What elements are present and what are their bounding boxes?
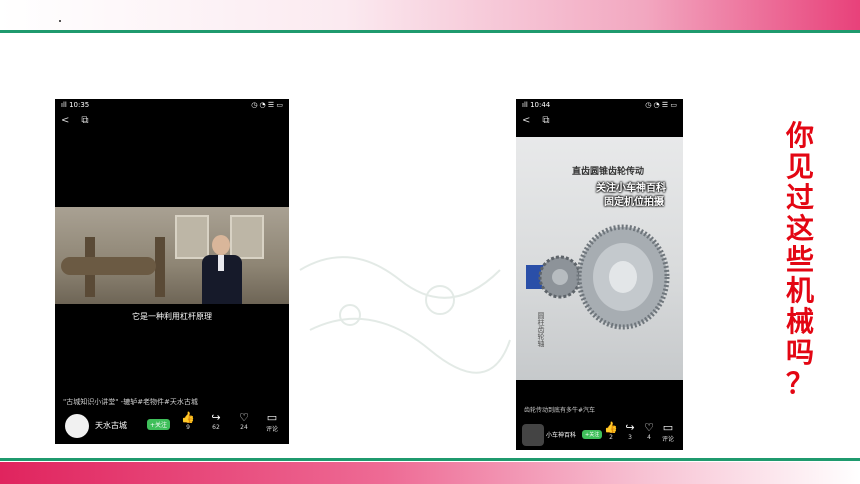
share-window-icon[interactable]: ⧉ bbox=[542, 115, 549, 126]
follow-button[interactable]: +关注 bbox=[582, 430, 603, 439]
author-name[interactable]: 天水古城 bbox=[95, 420, 127, 431]
follow-button[interactable]: +关注 bbox=[147, 419, 171, 430]
title-char: 机 bbox=[785, 274, 814, 307]
favorite-button[interactable]: ♡ 4 bbox=[640, 421, 658, 442]
bevel-gear-icon bbox=[576, 224, 670, 330]
footer-gradient-bar bbox=[0, 462, 860, 484]
comment-icon: ▭ bbox=[266, 411, 278, 424]
comment-button[interactable]: ▭ 评论 bbox=[263, 411, 281, 434]
comment-icon: ▭ bbox=[662, 421, 674, 434]
thumbs-up-icon: 👍 bbox=[604, 421, 618, 434]
windlass-post bbox=[155, 237, 165, 297]
header-gradient-bar bbox=[0, 0, 860, 30]
video-overlay-text: 关注小车神百科 bbox=[596, 183, 666, 194]
signal-icon: ıll bbox=[61, 101, 67, 109]
title-char: 过 bbox=[785, 181, 814, 214]
footer-divider bbox=[0, 458, 860, 461]
heart-icon: ♡ bbox=[644, 421, 654, 434]
title-char: 些 bbox=[785, 243, 814, 276]
share-window-icon[interactable]: ⧉ bbox=[81, 115, 88, 126]
video-screenshot-left: ıll 10:35 ◷ ◔ ☰ ▭ < ⧉ 它是一种利用杠杆原理 "古城知识小讲… bbox=[55, 99, 289, 444]
title-char: 吗 bbox=[785, 336, 814, 369]
title-char: 见 bbox=[785, 150, 814, 183]
video-description[interactable]: 齿轮传动到底有多牛#汽车 bbox=[524, 405, 595, 414]
header-dot bbox=[59, 20, 61, 22]
vertical-question-title: 你 见 过 这 些 机 械 吗 ？ bbox=[780, 120, 820, 399]
author-avatar[interactable] bbox=[522, 424, 544, 446]
status-icons: ◷ ◔ ☰ ▭ bbox=[251, 101, 283, 109]
panel-side-label: 圆柱齿轮轴 bbox=[537, 312, 545, 347]
status-time: 10:44 bbox=[530, 101, 551, 109]
share-button[interactable]: ↪ 3 bbox=[621, 421, 639, 442]
action-bar: 小车神百科 +关注 👍 2 ↪ 3 ♡ 4 ▭ 评论 bbox=[516, 420, 683, 450]
share-icon: ↪ bbox=[625, 421, 635, 434]
presenter bbox=[200, 235, 244, 304]
comment-button[interactable]: ▭ 评论 bbox=[659, 421, 677, 444]
status-time: 10:35 bbox=[69, 101, 90, 109]
video-description[interactable]: "古城知识小讲堂" -辘轳#老物件#天水古城 bbox=[63, 397, 198, 407]
status-bar: ıll 10:44 ◷ ◔ ☰ ▭ bbox=[516, 99, 683, 111]
author-avatar[interactable] bbox=[65, 414, 89, 438]
windlass-drum bbox=[61, 257, 156, 275]
nav-bar: < ⧉ bbox=[61, 115, 89, 126]
video-overlay-text: 固定机位拍摄 bbox=[604, 197, 664, 208]
author-name[interactable]: 小车神百科 bbox=[546, 430, 576, 439]
video-screenshot-right: ıll 10:44 ◷ ◔ ☰ ▭ < ⧉ 直齿圆锥齿轮传动 关注小车神百科 固… bbox=[516, 99, 683, 450]
share-icon: ↪ bbox=[211, 411, 221, 424]
share-button[interactable]: ↪ 62 bbox=[207, 411, 225, 432]
title-char: 械 bbox=[785, 305, 814, 338]
like-button[interactable]: 👍 9 bbox=[179, 411, 197, 432]
signal-icon: ıll bbox=[522, 101, 528, 109]
title-char: 你 bbox=[785, 119, 814, 152]
video-frame[interactable] bbox=[55, 207, 289, 304]
header-divider bbox=[0, 30, 860, 33]
nav-bar: < ⧉ bbox=[522, 115, 550, 126]
video-subtitle: 它是一种利用杠杆原理 bbox=[132, 312, 212, 321]
status-icons: ◷ ◔ ☰ ▭ bbox=[645, 101, 677, 109]
heart-icon: ♡ bbox=[239, 411, 249, 424]
favorite-button[interactable]: ♡ 24 bbox=[235, 411, 253, 432]
like-button[interactable]: 👍 2 bbox=[602, 421, 620, 442]
status-bar: ıll 10:35 ◷ ◔ ☰ ▭ bbox=[55, 99, 289, 111]
video-frame[interactable]: 直齿圆锥齿轮传动 关注小车神百科 固定机位拍摄 圆柱齿轮轴 bbox=[516, 137, 683, 380]
back-icon[interactable]: < bbox=[522, 115, 530, 126]
thumbs-up-icon: 👍 bbox=[181, 411, 195, 424]
title-char: 这 bbox=[785, 212, 814, 245]
math-watermark-decoration bbox=[299, 256, 511, 374]
back-icon[interactable]: < bbox=[61, 115, 69, 126]
title-char: ？ bbox=[785, 367, 814, 400]
panel-title: 直齿圆锥齿轮传动 bbox=[572, 167, 645, 177]
action-bar: 天水古城 +关注 👍 9 ↪ 62 ♡ 24 ▭ 评论 bbox=[55, 408, 289, 444]
